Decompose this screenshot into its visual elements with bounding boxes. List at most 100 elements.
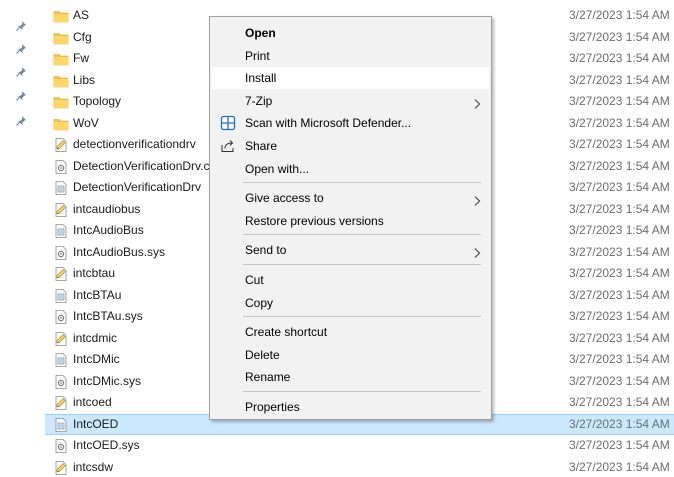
date-modified: 3/27/2023 1:54 AM [569, 330, 670, 345]
date-modified: 3/27/2023 1:54 AM [569, 137, 670, 151]
chevron-right-icon [473, 95, 481, 109]
file-name: WoV [73, 115, 99, 130]
sys-file-icon [53, 374, 69, 390]
menu-item-delete[interactable]: Delete [212, 344, 489, 366]
file-name: IntcDMic.sys [73, 373, 142, 388]
file-name: intcsdw [73, 459, 114, 474]
chevron-right-icon [473, 244, 481, 259]
inf-file-icon [53, 460, 69, 476]
file-name: Libs [73, 72, 96, 87]
cat-file-icon [53, 180, 69, 196]
menu-item-label: Create shortcut [245, 325, 328, 340]
menu-item-label: Copy [245, 295, 274, 310]
menu-item-label: Rename [245, 370, 291, 385]
file-name: detectionverificationdrv [73, 137, 196, 151]
menu-item-label: Properties [245, 400, 300, 414]
date-modified: 3/27/2023 1:54 AM [569, 8, 670, 22]
menu-item-label: Open [245, 26, 276, 40]
file-name: DetectionVerificationDrv [73, 180, 202, 194]
menu-item-label: Restore previous versions [245, 213, 384, 228]
menu-item-share[interactable]: Share [212, 135, 489, 157]
chevron-right-icon [473, 192, 481, 207]
inf-file-icon [53, 266, 69, 282]
menu-separator [243, 316, 481, 318]
folder-icon [53, 51, 69, 67]
date-modified: 3/27/2023 1:54 AM [569, 416, 670, 431]
date-modified: 3/27/2023 1:54 AM [569, 244, 670, 259]
date-modified: 3/27/2023 1:54 AM [569, 29, 670, 44]
file-name: IntcOED [73, 416, 119, 431]
menu-item-label: Open with... [245, 161, 310, 176]
share-icon [220, 138, 236, 154]
folder-icon [53, 73, 69, 89]
date-modified: 3/27/2023 1:54 AM [569, 115, 670, 130]
menu-item-properties[interactable]: Properties [212, 396, 489, 418]
menu-item-open-with[interactable]: Open with... [212, 158, 489, 180]
date-modified: 3/27/2023 1:54 AM [569, 309, 670, 323]
menu-item-rename[interactable]: Rename [212, 366, 489, 388]
date-modified: 3/27/2023 1:54 AM [569, 438, 670, 452]
folder-icon [53, 116, 69, 132]
pin-icon[interactable] [15, 43, 27, 55]
menu-item-send-to[interactable]: Send to [212, 239, 489, 261]
menu-item-restore-previous-versions[interactable]: Restore previous versions [212, 210, 489, 232]
file-name: IntcAudioBus.sys [73, 244, 166, 259]
menu-item-create-shortcut[interactable]: Create shortcut [212, 321, 489, 343]
cat-file-icon [53, 352, 69, 368]
sys-file-icon [53, 159, 69, 175]
file-name: IntcOED.sys [73, 438, 140, 452]
inf-file-icon [53, 395, 69, 411]
menu-separator [243, 264, 481, 265]
menu-item-label: Share [245, 139, 278, 153]
date-modified: 3/27/2023 1:54 AM [569, 373, 670, 388]
sys-file-icon [53, 309, 69, 325]
file-name: IntcAudioBus [73, 223, 144, 237]
folder-icon [53, 8, 69, 24]
date-modified: 3/27/2023 1:54 AM [569, 223, 670, 237]
file-name: intcoed [73, 395, 112, 409]
file-name: Cfg [73, 29, 92, 44]
date-modified: 3/27/2023 1:54 AM [569, 72, 670, 87]
menu-item-copy[interactable]: Copy [212, 292, 489, 314]
menu-item-label: Install [245, 71, 277, 86]
folder-icon [53, 30, 69, 46]
menu-item-give-access-to[interactable]: Give access to [212, 187, 489, 209]
menu-item-cut[interactable]: Cut [212, 269, 489, 291]
inf-file-icon [53, 331, 69, 347]
file-name: intcdmic [73, 330, 118, 345]
menu-item-label: Scan with Microsoft Defender... [245, 116, 412, 131]
file-row[interactable]: intcsdw 3/27/2023 1:54 AM [45, 457, 674, 477]
date-modified: 3/27/2023 1:54 AM [569, 94, 670, 108]
menu-item-label: Print [245, 48, 270, 63]
file-name: IntcBTAu [73, 287, 122, 302]
menu-separator [243, 234, 481, 236]
menu-item-print[interactable]: Print [212, 45, 489, 67]
menu-item-label: Cut [245, 273, 264, 287]
menu-item-7-zip[interactable]: 7-Zip [212, 90, 489, 112]
menu-item-label: Delete [245, 347, 280, 362]
menu-item-label: Send to [245, 243, 287, 258]
sys-file-icon [53, 438, 69, 454]
pin-icon[interactable] [15, 115, 27, 127]
pin-icon[interactable] [15, 20, 27, 32]
context-menu: Open Print Install 7-Zip Scan with Microsoft… [209, 16, 492, 420]
date-modified: 3/27/2023 1:54 AM [569, 459, 670, 474]
date-modified: 3/27/2023 1:54 AM [569, 158, 670, 173]
date-modified: 3/27/2023 1:54 AM [569, 201, 670, 216]
file-name: intcaudiobus [73, 201, 141, 216]
pin-icon[interactable] [15, 90, 27, 102]
file-name: IntcBTAu.sys [73, 309, 143, 323]
quick-access-pin-column [0, 0, 40, 477]
date-modified: 3/27/2023 1:54 AM [569, 51, 670, 65]
inf-file-icon [53, 137, 69, 153]
cat-file-icon [53, 417, 69, 433]
menu-item-install[interactable]: Install [212, 67, 489, 90]
file-row[interactable]: IntcOED.sys 3/27/2023 1:54 AM [45, 435, 674, 457]
menu-item-open[interactable]: Open [212, 22, 489, 44]
file-name: IntcDMic [73, 352, 120, 366]
file-name: Fw [73, 51, 89, 65]
pin-icon[interactable] [15, 66, 27, 78]
date-modified: 3/27/2023 1:54 AM [569, 180, 670, 194]
menu-item-scan-with-microsoft-defender[interactable]: Scan with Microsoft Defender... [212, 112, 489, 134]
cat-file-icon [53, 288, 69, 304]
